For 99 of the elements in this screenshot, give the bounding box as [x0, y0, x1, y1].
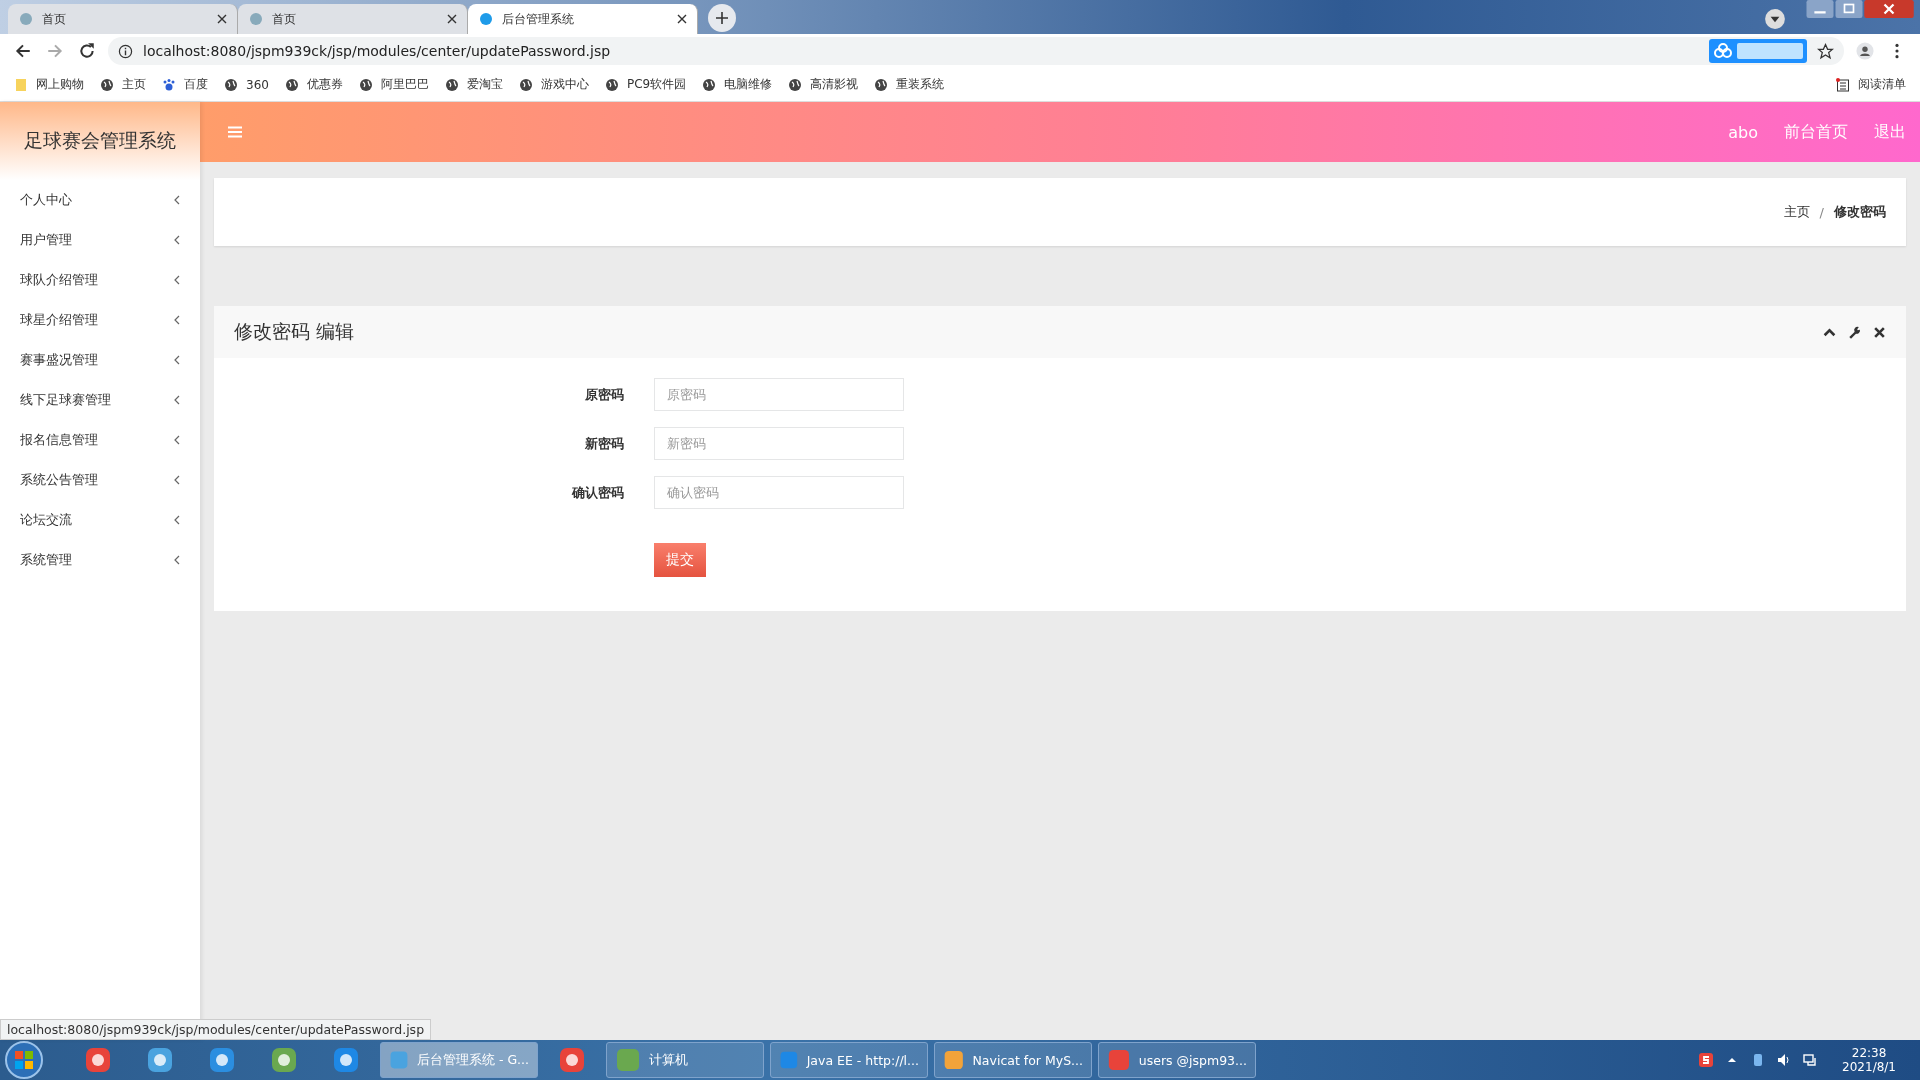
bookmark-item[interactable]: 百度 — [162, 76, 208, 93]
taskbar-window-button[interactable]: 计算机 — [606, 1042, 764, 1078]
star-icon[interactable] — [1817, 42, 1834, 60]
breadcrumb-separator: / — [1819, 204, 1824, 220]
chevron-left-icon — [174, 555, 180, 565]
chevron-left-icon — [174, 315, 180, 325]
chevron-left-icon — [174, 395, 180, 405]
tab-favicon-icon — [478, 11, 494, 27]
chevron-up-icon[interactable] — [1823, 325, 1836, 339]
password-field[interactable]: 原密码 — [654, 378, 904, 411]
globe-icon — [604, 77, 619, 92]
password-field[interactable]: 新密码 — [654, 427, 904, 460]
sidebar-item[interactable]: 系统公告管理 — [0, 460, 200, 500]
new-tab-button[interactable] — [708, 4, 736, 32]
taskbar-app-icon[interactable] — [83, 1045, 113, 1075]
minimize-icon[interactable] — [1806, 0, 1834, 18]
download-icon[interactable] — [1764, 8, 1786, 30]
clock-date: 2021/8/1 — [1842, 1060, 1896, 1074]
globe-icon — [284, 77, 299, 92]
globe-icon — [788, 77, 803, 92]
globe-icon — [518, 77, 533, 92]
cloud-extension-button[interactable] — [1709, 39, 1807, 63]
panel-title: 修改密码 编辑 — [234, 319, 355, 344]
sidebar-item[interactable]: 赛事盛况管理 — [0, 340, 200, 380]
globe-icon — [358, 77, 373, 92]
folder-icon — [14, 77, 28, 92]
globe-icon — [444, 77, 459, 92]
app-icon — [1107, 1047, 1131, 1073]
bookmark-item[interactable]: 主页 — [100, 76, 146, 93]
chevron-left-icon — [174, 235, 180, 245]
profile-icon[interactable] — [1854, 42, 1876, 60]
bookmark-item[interactable]: 阿里巴巴 — [358, 76, 429, 93]
chevron-left-icon — [174, 515, 180, 525]
bookmark-item[interactable]: 优惠券 — [284, 76, 343, 93]
input-method-icon[interactable] — [1698, 1052, 1715, 1068]
close-icon[interactable] — [677, 14, 687, 24]
sidebar-item[interactable]: 用户管理 — [0, 220, 200, 260]
close-icon[interactable] — [217, 14, 227, 24]
reading-list-button[interactable]: 阅读清单 — [1836, 76, 1906, 93]
bookmark-item[interactable]: 高清影视 — [788, 76, 859, 93]
status-url-tooltip: localhost:8080/jspm939ck/jsp/modules/center/updatePassword.jsp — [0, 1019, 432, 1040]
breadcrumb-current: 修改密码 — [1834, 203, 1886, 221]
globe-icon — [874, 77, 889, 92]
sidebar-item[interactable]: 个人中心 — [0, 180, 200, 220]
taskbar-clock[interactable]: 22:38 2021/8/1 — [1842, 1046, 1896, 1074]
taskbar-app-icon[interactable] — [557, 1045, 587, 1075]
browser-tab[interactable]: 首页 — [8, 4, 238, 34]
clock-time: 22:38 — [1851, 1046, 1887, 1060]
browser-tab[interactable]: 后台管理系统 — [468, 4, 698, 34]
tab-favicon-icon — [18, 11, 34, 27]
taskbar-app-icon[interactable] — [207, 1045, 237, 1075]
taskbar-app-icon[interactable] — [145, 1045, 175, 1075]
field-label: 原密码 — [584, 385, 624, 404]
chevron-left-icon — [174, 435, 180, 445]
globe-icon — [702, 77, 717, 92]
field-label: 确认密码 — [570, 483, 624, 502]
close-icon[interactable] — [447, 14, 457, 24]
breadcrumb-link[interactable]: 主页 — [1783, 203, 1810, 221]
taskbar-window-button[interactable]: Java EE - http://l... — [770, 1042, 928, 1078]
bookmark-item[interactable]: 网上购物 — [14, 76, 84, 93]
browser-tab[interactable]: 首页 — [238, 4, 468, 34]
info-icon — [118, 43, 133, 59]
app-icon — [615, 1047, 641, 1073]
list-icon — [1836, 77, 1850, 92]
chevron-left-icon — [174, 475, 180, 485]
password-field[interactable]: 确认密码 — [654, 476, 904, 509]
sidebar-item[interactable]: 论坛交流 — [0, 500, 200, 540]
start-button-icon[interactable] — [4, 1040, 44, 1080]
paw-icon — [162, 77, 176, 92]
sidebar-item[interactable]: 线下足球赛管理 — [0, 380, 200, 420]
sidebar-item[interactable]: 系统管理 — [0, 540, 200, 580]
bookmark-item[interactable]: 电脑维修 — [702, 76, 773, 93]
taskbar-app-icon[interactable] — [269, 1045, 299, 1075]
bookmark-item[interactable]: 360 — [224, 77, 269, 92]
taskbar-window-button[interactable]: Navicat for MyS... — [934, 1042, 1092, 1078]
chevron-left-icon — [174, 355, 180, 365]
taskbar-window-button[interactable]: users @jspm93... — [1098, 1042, 1256, 1078]
globe-icon — [224, 77, 238, 92]
bookmark-item[interactable]: 爱淘宝 — [444, 76, 503, 93]
globe-icon — [100, 77, 114, 92]
plus-icon — [716, 12, 728, 24]
bookmark-item[interactable]: 重装系统 — [874, 76, 945, 93]
taskbar-app-icon[interactable] — [331, 1045, 361, 1075]
cloud-icon — [1713, 43, 1733, 59]
chevron-left-icon — [174, 275, 180, 285]
sidebar-item[interactable]: 球星介绍管理 — [0, 300, 200, 340]
address-bar[interactable]: localhost:8080/jspm939ck/jsp/modules/center/updatePassword.jsp — [108, 37, 1844, 65]
chevron-left-icon — [174, 195, 180, 205]
close-icon[interactable] — [1873, 325, 1886, 339]
bookmark-item[interactable]: PC9软件园 — [604, 76, 687, 93]
tab-favicon-icon — [248, 11, 264, 27]
app-title: 足球赛会管理系统 — [0, 102, 200, 180]
bookmark-item[interactable]: 游戏中心 — [518, 76, 589, 93]
sidebar-item[interactable]: 报名信息管理 — [0, 420, 200, 460]
network-icon[interactable] — [1802, 1052, 1819, 1068]
sidebar-item[interactable]: 球队介绍管理 — [0, 260, 200, 300]
maximize-icon[interactable] — [1835, 0, 1863, 18]
field-label: 新密码 — [584, 434, 624, 453]
wrench-icon[interactable] — [1848, 325, 1861, 339]
